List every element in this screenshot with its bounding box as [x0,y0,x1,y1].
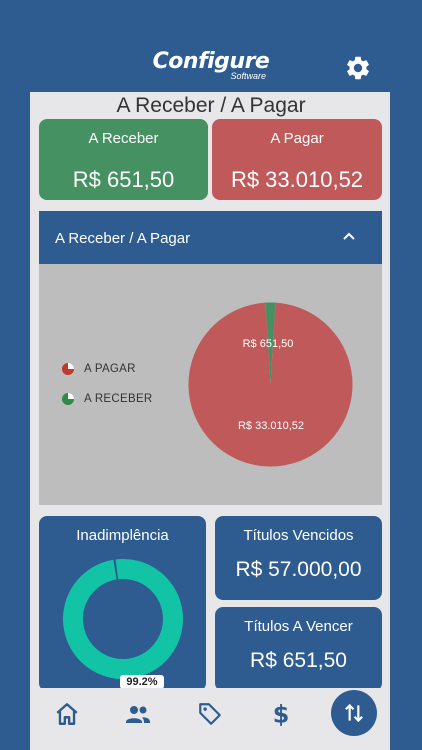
legend-receber-icon [62,393,74,405]
home-icon[interactable] [54,701,80,727]
chart-title: A Receber / A Pagar [55,230,191,247]
svg-text:$: $ [273,701,290,727]
legend-pagar-label: A PAGAR [84,363,136,375]
gear-icon[interactable] [344,54,372,82]
chart-header[interactable]: A Receber / A Pagar [39,211,382,264]
app-logo: Configure Software [150,50,272,86]
logo-subtext: Software [230,71,266,81]
donut-value-arc [63,559,183,679]
chevron-up-icon[interactable] [342,231,356,241]
inadimplencia-label: Inadimplência [76,527,169,544]
titulos-vencidos-card[interactable]: Títulos Vencidos R$ 57.000,00 [215,516,382,600]
inadimplencia-percent: 99.2% [120,675,164,689]
a-pagar-card[interactable]: A Pagar R$ 33.010,52 [212,119,382,200]
pie-label-pagar: R$ 33.010,52 [238,420,304,432]
titulos-vencidos-label: Títulos Vencidos [243,527,354,544]
page-title: A Receber / A Pagar [116,94,306,117]
titulos-a-vencer-value: R$ 651,50 [250,649,347,672]
pie-chart: R$ 651,50 R$ 33.010,52 [188,302,353,467]
a-receber-label: A Receber [88,130,159,147]
dollar-icon[interactable]: $ [268,701,294,727]
pie-label-receber: R$ 651,50 [243,338,294,350]
a-pagar-label: A Pagar [270,130,324,147]
titulos-a-vencer-card[interactable]: Títulos A Vencer R$ 651,50 [215,607,382,691]
users-icon[interactable] [125,701,151,727]
legend-receber-label: A RECEBER [84,393,153,405]
tag-icon[interactable] [197,701,223,727]
legend-pagar-icon [62,363,74,375]
inadimplencia-donut [63,559,183,679]
titulos-vencidos-value: R$ 57.000,00 [235,558,362,581]
a-receber-card[interactable]: A Receber R$ 651,50 [39,119,208,200]
a-pagar-value: R$ 33.010,52 [230,167,364,192]
transfer-icon[interactable] [341,700,367,726]
a-receber-value: R$ 651,50 [72,167,175,192]
titulos-a-vencer-label: Títulos A Vencer [244,618,353,635]
